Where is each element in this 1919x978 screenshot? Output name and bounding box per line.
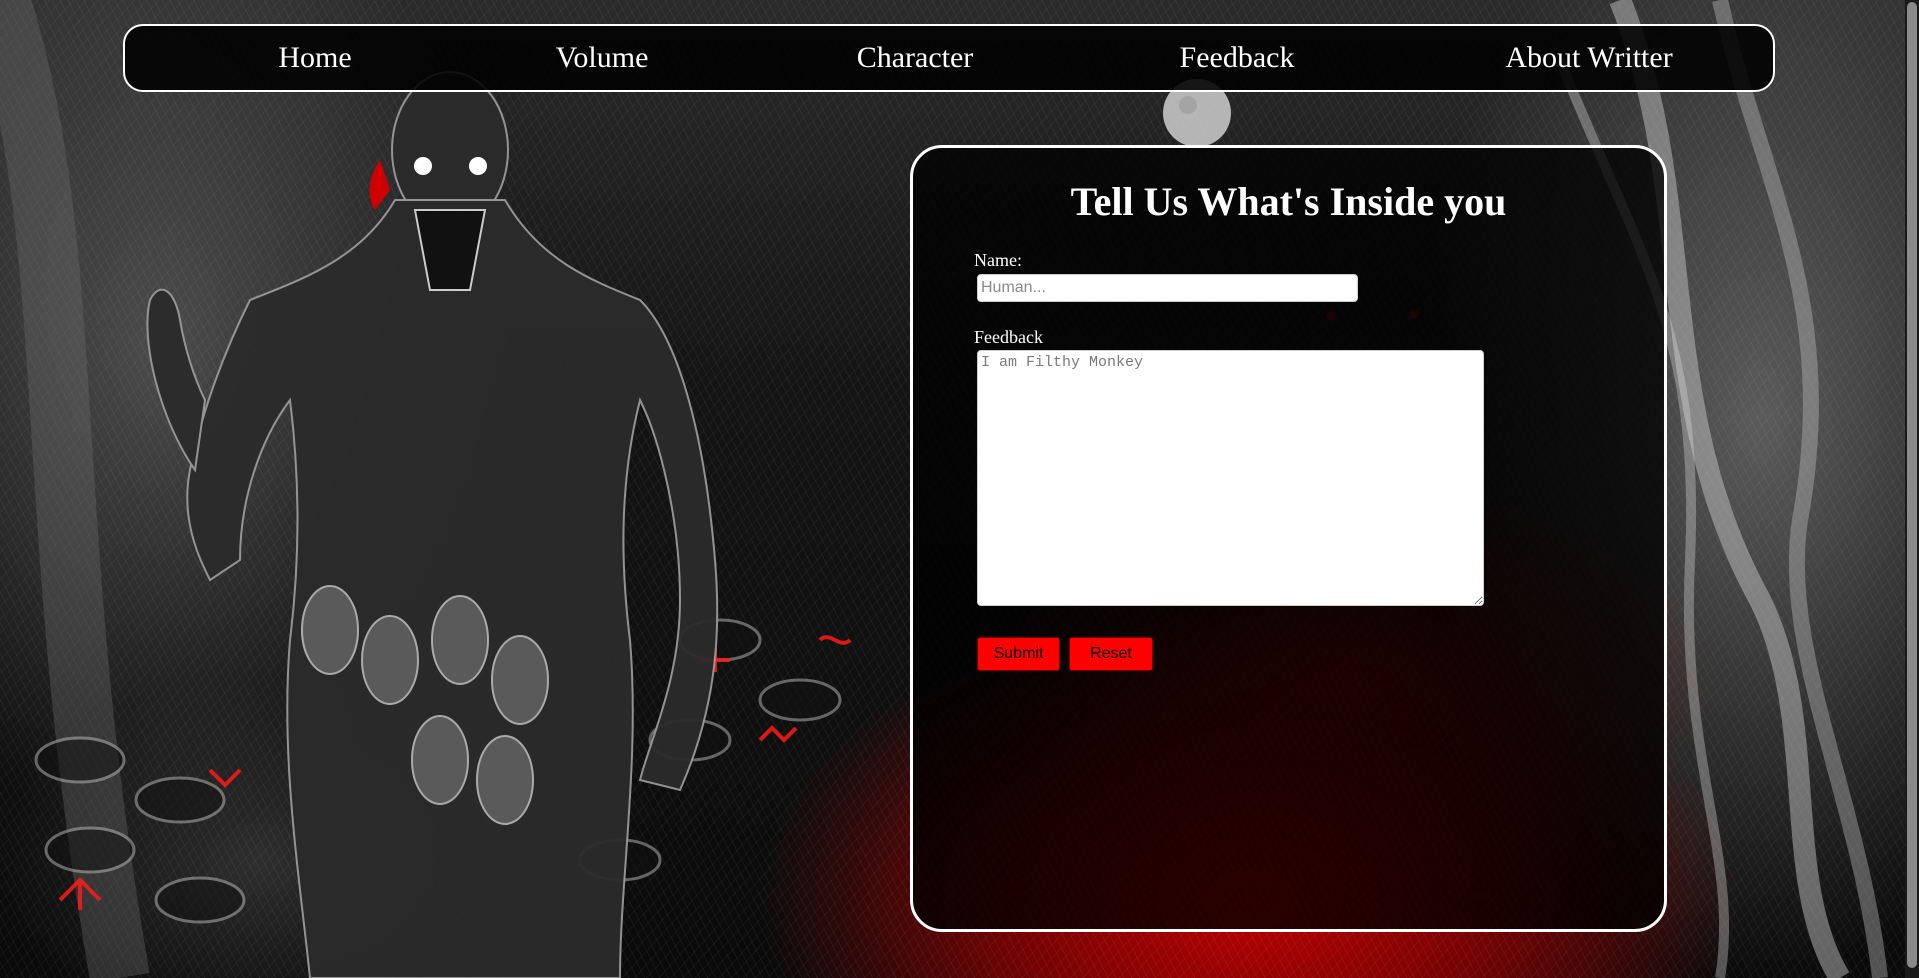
page: Home Volume Character Feedback About Wri… bbox=[0, 0, 1919, 978]
feedback-form-panel: Tell Us What's Inside you Name: Feedback… bbox=[910, 145, 1667, 932]
nav-volume-link[interactable]: Volume bbox=[556, 26, 649, 90]
page-scrollbar[interactable] bbox=[1905, 0, 1919, 978]
nav-about-writter-link[interactable]: About Writter bbox=[1505, 26, 1672, 90]
form-title: Tell Us What's Inside you bbox=[1070, 179, 1507, 224]
top-navigation: Home Volume Character Feedback About Wri… bbox=[123, 24, 1775, 92]
nav-feedback-link[interactable]: Feedback bbox=[1180, 26, 1295, 90]
name-label: Name: bbox=[974, 250, 1022, 270]
submit-button[interactable]: Submit bbox=[977, 637, 1060, 671]
feedback-textarea[interactable] bbox=[977, 350, 1484, 606]
nav-home-link[interactable]: Home bbox=[278, 26, 351, 90]
scrollbar-thumb[interactable] bbox=[1907, 2, 1917, 968]
feedback-label: Feedback bbox=[974, 327, 1043, 347]
nav-character-link[interactable]: Character bbox=[857, 26, 974, 90]
name-input[interactable] bbox=[977, 274, 1358, 302]
reset-button[interactable]: Reset bbox=[1069, 637, 1153, 671]
